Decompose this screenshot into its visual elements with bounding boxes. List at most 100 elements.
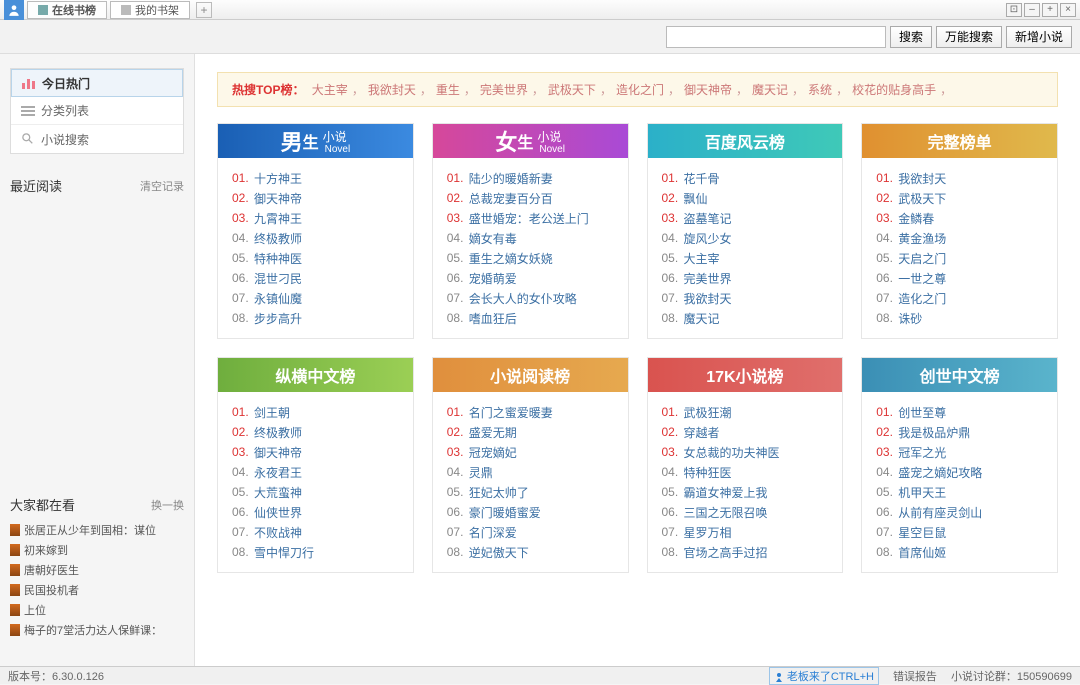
rank-item[interactable]: 02.盛爱无期: [447, 422, 614, 442]
rank-item[interactable]: 01.名门之蜜爱暖妻: [447, 402, 614, 422]
rank-title[interactable]: 魔天记: [684, 310, 720, 327]
rank-item[interactable]: 02.御天神帝: [232, 188, 399, 208]
rank-item[interactable]: 04.灵鼎: [447, 462, 614, 482]
rank-title[interactable]: 首席仙姬: [898, 544, 946, 561]
banner-link[interactable]: 系统: [808, 83, 832, 97]
window-maximize[interactable]: +: [1042, 3, 1058, 17]
rank-title[interactable]: 雪中悍刀行: [254, 544, 314, 561]
rank-title[interactable]: 御天神帝: [254, 190, 302, 207]
rank-title[interactable]: 步步高升: [254, 310, 302, 327]
rank-title[interactable]: 完美世界: [684, 270, 732, 287]
banner-link[interactable]: 御天神帝: [684, 83, 732, 97]
rank-title[interactable]: 名门深爱: [469, 524, 517, 541]
rank-title[interactable]: 我是极品炉鼎: [898, 424, 970, 441]
rank-item[interactable]: 04.永夜君王: [232, 462, 399, 482]
rank-item[interactable]: 03.冠军之光: [876, 442, 1043, 462]
rank-item[interactable]: 02.终极教师: [232, 422, 399, 442]
sidebar-tab-hot[interactable]: 今日热门: [11, 69, 183, 97]
rank-title[interactable]: 十方神王: [254, 170, 302, 187]
rank-title[interactable]: 嗜血狂后: [469, 310, 517, 327]
rank-item[interactable]: 01.陆少的暖婚新妻: [447, 168, 614, 188]
rank-title[interactable]: 天启之门: [898, 250, 946, 267]
everyone-item[interactable]: 上位: [10, 600, 184, 620]
window-close[interactable]: ×: [1060, 3, 1076, 17]
rank-title[interactable]: 三国之无限召唤: [684, 504, 768, 521]
rank-title[interactable]: 女总裁的功夫神医: [684, 444, 780, 461]
rank-item[interactable]: 03.女总裁的功夫神医: [662, 442, 829, 462]
rank-title[interactable]: 九霄神王: [254, 210, 302, 227]
rank-title[interactable]: 嫡女有毒: [469, 230, 517, 247]
rank-title[interactable]: 从前有座灵剑山: [898, 504, 982, 521]
rank-title[interactable]: 霸道女神爱上我: [684, 484, 768, 501]
rank-item[interactable]: 03.御天神帝: [232, 442, 399, 462]
rank-item[interactable]: 03.盗墓笔记: [662, 208, 829, 228]
swap-action[interactable]: 换一换: [151, 497, 184, 513]
rank-title[interactable]: 盗墓笔记: [684, 210, 732, 227]
rank-title[interactable]: 剑王朝: [254, 404, 290, 421]
rank-item[interactable]: 01.我欲封天: [876, 168, 1043, 188]
rank-title[interactable]: 星罗万相: [684, 524, 732, 541]
rank-item[interactable]: 02.我是极品炉鼎: [876, 422, 1043, 442]
rank-title[interactable]: 黄金渔场: [898, 230, 946, 247]
rank-title[interactable]: 灵鼎: [469, 464, 493, 481]
rank-title[interactable]: 盛宠之嫡妃攻略: [898, 464, 982, 481]
rank-item[interactable]: 05.大荒蛮神: [232, 482, 399, 502]
rank-title[interactable]: 大荒蛮神: [254, 484, 302, 501]
tab-online-rank[interactable]: 在线书榜: [27, 1, 107, 19]
rank-item[interactable]: 02.总裁宠妻百分百: [447, 188, 614, 208]
rank-title[interactable]: 花千骨: [684, 170, 720, 187]
rank-title[interactable]: 宠婚萌爱: [469, 270, 517, 287]
card-header[interactable]: 男生小说Novel: [218, 124, 413, 158]
rank-item[interactable]: 08.嗜血狂后: [447, 308, 614, 328]
rank-item[interactable]: 07.名门深爱: [447, 522, 614, 542]
banner-link[interactable]: 重生: [436, 83, 460, 97]
tab-my-shelf[interactable]: 我的书架: [110, 1, 190, 19]
rank-item[interactable]: 06.三国之无限召唤: [662, 502, 829, 522]
rank-item[interactable]: 06.混世刁民: [232, 268, 399, 288]
rank-title[interactable]: 大主宰: [684, 250, 720, 267]
rank-title[interactable]: 诛砂: [898, 310, 922, 327]
rank-title[interactable]: 总裁宠妻百分百: [469, 190, 553, 207]
everyone-item[interactable]: 民国投机者: [10, 580, 184, 600]
rank-title[interactable]: 盛世婚宠：老公送上门: [469, 210, 589, 227]
card-header[interactable]: 17K小说榜: [648, 358, 843, 392]
rank-title[interactable]: 特种神医: [254, 250, 302, 267]
rank-item[interactable]: 03.盛世婚宠：老公送上门: [447, 208, 614, 228]
sidebar-tab-search[interactable]: 小说搜索: [11, 125, 183, 153]
boss-key[interactable]: 老板来了CTRL+H: [769, 667, 879, 685]
rank-item[interactable]: 06.从前有座灵剑山: [876, 502, 1043, 522]
rank-item[interactable]: 01.武极狂潮: [662, 402, 829, 422]
rank-item[interactable]: 05.机甲天王: [876, 482, 1043, 502]
rank-title[interactable]: 仙侠世界: [254, 504, 302, 521]
rank-title[interactable]: 机甲天王: [898, 484, 946, 501]
search-input[interactable]: [666, 26, 886, 48]
rank-item[interactable]: 01.剑王朝: [232, 402, 399, 422]
banner-link[interactable]: 完美世界: [480, 83, 528, 97]
rank-item[interactable]: 02.武极天下: [876, 188, 1043, 208]
rank-title[interactable]: 会长大人的女仆攻略: [469, 290, 577, 307]
rank-title[interactable]: 官场之高手过招: [684, 544, 768, 561]
rank-item[interactable]: 04.终极教师: [232, 228, 399, 248]
rank-title[interactable]: 造化之门: [898, 290, 946, 307]
rank-item[interactable]: 05.重生之嫡女妖娆: [447, 248, 614, 268]
rank-item[interactable]: 06.宠婚萌爱: [447, 268, 614, 288]
rank-item[interactable]: 04.盛宠之嫡妃攻略: [876, 462, 1043, 482]
rank-title[interactable]: 穿越者: [684, 424, 720, 441]
rank-item[interactable]: 01.十方神王: [232, 168, 399, 188]
rank-title[interactable]: 重生之嫡女妖娆: [469, 250, 553, 267]
rank-item[interactable]: 08.首席仙姬: [876, 542, 1043, 562]
rank-item[interactable]: 07.我欲封天: [662, 288, 829, 308]
rank-title[interactable]: 武极天下: [898, 190, 946, 207]
rank-title[interactable]: 一世之尊: [898, 270, 946, 287]
rank-title[interactable]: 我欲封天: [898, 170, 946, 187]
rank-item[interactable]: 04.旋风少女: [662, 228, 829, 248]
rank-item[interactable]: 05.特种神医: [232, 248, 399, 268]
rank-title[interactable]: 豪门暖婚蜜爱: [469, 504, 541, 521]
rank-item[interactable]: 02.飘仙: [662, 188, 829, 208]
card-header[interactable]: 百度风云榜: [648, 124, 843, 158]
rank-title[interactable]: 冠宠嫡妃: [469, 444, 517, 461]
rank-item[interactable]: 04.嫡女有毒: [447, 228, 614, 248]
rank-title[interactable]: 永夜君王: [254, 464, 302, 481]
everyone-item[interactable]: 张居正从少年到国相：谋位: [10, 520, 184, 540]
rank-item[interactable]: 08.逆妃傲天下: [447, 542, 614, 562]
